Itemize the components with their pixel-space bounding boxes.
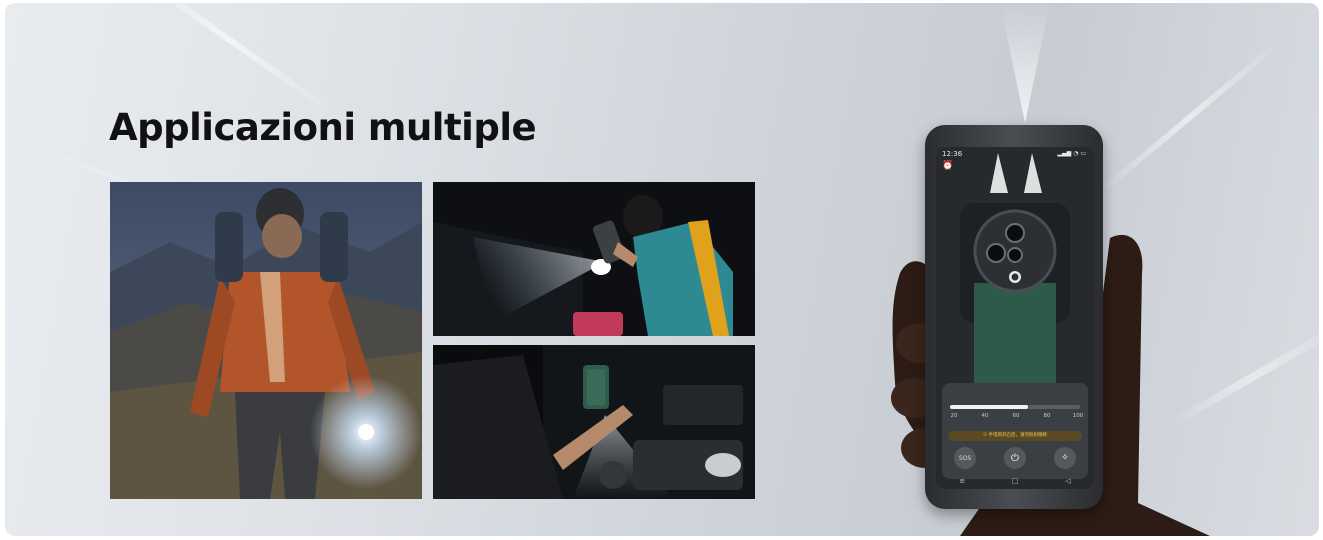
- banner: Applicazioni multiple 12:36 ▂▄▆ ◔ ▭ ⏰ 20…: [5, 3, 1319, 536]
- engine-repair-photo: [433, 345, 755, 499]
- warning-banner: ① 手电筒开启后，请勿照射眼睛: [948, 431, 1082, 441]
- camera-module: [960, 203, 1070, 323]
- strobe-icon: ✧: [1061, 453, 1069, 463]
- brightness-tick-label: 100: [1072, 413, 1084, 419]
- page-title: Applicazioni multiple: [109, 106, 537, 149]
- menu-icon[interactable]: ≡: [959, 477, 965, 485]
- phone-product-image: 12:36 ▂▄▆ ◔ ▭ ⏰ 20 40 60 80 100 ① 手电筒开启后…: [880, 3, 1319, 536]
- car-inspection-photo: [433, 182, 755, 336]
- back-icon[interactable]: ◁: [1065, 477, 1070, 485]
- brightness-tick-label: 80: [1043, 413, 1051, 419]
- light-streak: [121, 3, 338, 118]
- brightness-tick-label: 20: [950, 413, 958, 419]
- flashlight-control-panel: 20 40 60 80 100 ① 手电筒开启后，请勿照射眼睛 SOS ⏻ ✧: [942, 383, 1088, 479]
- brightness-tick-label: 60: [1012, 413, 1020, 419]
- back-panel: [974, 323, 1056, 383]
- strobe-button[interactable]: ✧: [1054, 447, 1076, 469]
- brightness-tick-label: 40: [981, 413, 989, 419]
- power-button[interactable]: ⏻: [1004, 447, 1026, 469]
- sos-button[interactable]: SOS: [954, 447, 976, 469]
- home-icon[interactable]: □: [1012, 477, 1019, 485]
- brightness-slider[interactable]: [950, 405, 1080, 409]
- power-icon: ⏻: [1011, 452, 1019, 464]
- hiker-photo: [110, 182, 422, 499]
- phone-screen: 12:36 ▂▄▆ ◔ ▭ ⏰ 20 40 60 80 100 ① 手电筒开启后…: [936, 147, 1094, 489]
- brightness-ticks: 20 40 60 80 100: [946, 413, 1086, 419]
- nav-bar: ≡ □ ◁: [936, 477, 1094, 485]
- brightness-slider-fill: [950, 405, 1028, 409]
